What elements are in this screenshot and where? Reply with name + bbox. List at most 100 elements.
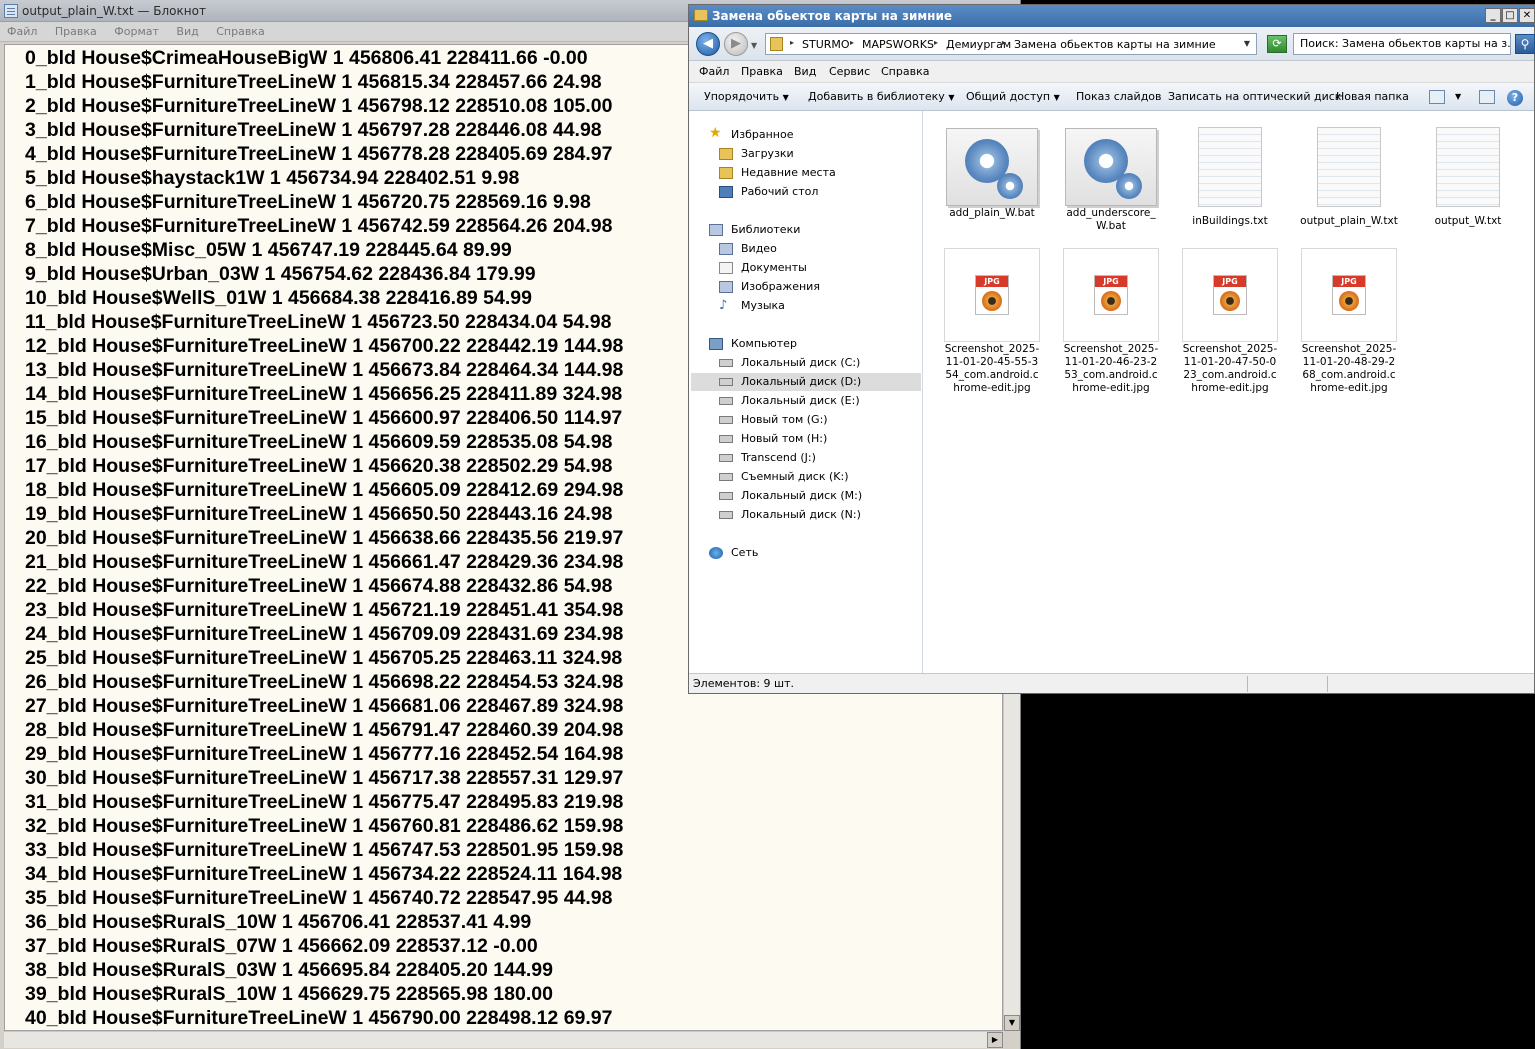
- nav-images-label: Изображения: [741, 280, 820, 293]
- text-line: 29_bld House$FurnitureTreeLineW 1 456777…: [25, 743, 624, 765]
- nav-documents[interactable]: Документы: [719, 259, 807, 277]
- file-item-screenshot-3[interactable]: JPG Screenshot_2025-11-01-20-47-50-023_c…: [1181, 248, 1279, 395]
- nav-network[interactable]: Сеть: [709, 544, 758, 562]
- nav-drive-c[interactable]: Локальный диск (C:): [719, 354, 860, 372]
- text-line: 31_bld House$FurnitureTreeLineW 1 456775…: [25, 791, 624, 813]
- text-line: 33_bld House$FurnitureTreeLineW 1 456747…: [25, 839, 624, 861]
- address-bar-area: ◀ ▶ ▼ ▸ STURMO ▸ MAPSWORKS ▸ Демиургам ▸…: [689, 27, 1535, 61]
- text-line: 30_bld House$FurnitureTreeLineW 1 456717…: [25, 767, 624, 789]
- file-item-add-underscore-w-bat[interactable]: add_underscore_W.bat: [1062, 125, 1160, 233]
- chevron-right-icon[interactable]: ▸: [790, 38, 794, 47]
- text-line: 2_bld House$FurnitureTreeLineW 1 456798.…: [25, 95, 613, 117]
- nav-libraries[interactable]: Библиотеки: [709, 221, 800, 239]
- eye-icon: [982, 291, 1002, 311]
- jpg-file-thumbnail: JPG: [1063, 248, 1159, 342]
- text-file-icon: [1317, 127, 1381, 207]
- back-button[interactable]: ◀: [696, 32, 720, 56]
- desktop-icon: [719, 186, 733, 198]
- notepad-menu-view[interactable]: Вид: [169, 22, 205, 38]
- nav-drive-n[interactable]: Локальный диск (N:): [719, 506, 861, 524]
- breadcrumb-sturmo[interactable]: STURMO: [802, 38, 850, 51]
- nav-drive-e[interactable]: Локальный диск (E:): [719, 392, 860, 410]
- jpg-tag-label: JPG: [1214, 276, 1246, 287]
- scroll-down-arrow-icon[interactable]: ▼: [1004, 1015, 1020, 1031]
- nav-images[interactable]: Изображения: [719, 278, 820, 296]
- chevron-right-icon[interactable]: ▸: [1002, 38, 1006, 47]
- share-button[interactable]: Общий доступ ▼: [966, 90, 1060, 103]
- chevron-right-icon[interactable]: ▸: [934, 38, 938, 47]
- nav-drive-c-label: Локальный диск (C:): [741, 356, 861, 369]
- nav-favorites[interactable]: ★ Избранное: [709, 126, 793, 144]
- documents-icon: [719, 262, 733, 274]
- drive-icon: [719, 416, 733, 424]
- notepad-menu-help[interactable]: Справка: [209, 22, 271, 38]
- help-icon[interactable]: ?: [1507, 90, 1523, 106]
- text-line: 26_bld House$FurnitureTreeLineW 1 456698…: [25, 671, 624, 693]
- notepad-menu-format[interactable]: Формат: [107, 22, 166, 38]
- view-dropdown-icon[interactable]: ▼: [1455, 92, 1461, 101]
- notepad-menu-file[interactable]: Файл: [0, 22, 44, 38]
- file-item-output-w-txt[interactable]: output_W.txt: [1419, 125, 1517, 228]
- nav-drive-m[interactable]: Локальный диск (M:): [719, 487, 862, 505]
- address-bar[interactable]: ▸ STURMO ▸ MAPSWORKS ▸ Демиургам ▸ Замен…: [765, 33, 1257, 55]
- jpg-tag-label: JPG: [1333, 276, 1365, 287]
- notepad-menu-edit[interactable]: Правка: [48, 22, 104, 38]
- chevron-down-icon: ▼: [782, 93, 789, 102]
- file-item-screenshot-1[interactable]: JPG Screenshot_2025-11-01-20-45-55-354_c…: [943, 248, 1041, 395]
- close-button[interactable]: ✕: [1519, 8, 1535, 23]
- nav-drive-m-label: Локальный диск (M:): [741, 489, 863, 502]
- nav-drive-h[interactable]: Новый том (H:): [719, 430, 827, 448]
- nav-downloads[interactable]: Загрузки: [719, 145, 794, 163]
- maximize-button[interactable]: □: [1502, 8, 1518, 23]
- file-name: Screenshot_2025-11-01-20-46-23-253_com.a…: [1063, 343, 1159, 394]
- forward-button[interactable]: ▶: [724, 32, 748, 56]
- menu-help[interactable]: Справка: [881, 65, 929, 78]
- file-item-screenshot-4[interactable]: JPG Screenshot_2025-11-01-20-48-29-268_c…: [1300, 248, 1398, 395]
- recent-pages-dropdown-icon[interactable]: ▼: [751, 41, 757, 50]
- search-icon[interactable]: ⚲: [1515, 34, 1535, 54]
- nav-recent-places[interactable]: Недавние места: [719, 164, 836, 182]
- nav-desktop[interactable]: Рабочий стол: [719, 183, 818, 201]
- search-input[interactable]: Поиск: Замена обьектов карты на з...: [1293, 33, 1511, 55]
- nav-computer[interactable]: Компьютер: [709, 335, 797, 353]
- add-to-library-button[interactable]: Добавить в библиотеку ▼: [808, 90, 954, 103]
- breadcrumb-current-folder[interactable]: Замена обьектов карты на зимние: [1014, 38, 1216, 51]
- nav-drive-k[interactable]: Съемный диск (K:): [719, 468, 849, 486]
- nav-drive-g[interactable]: Новый том (G:): [719, 411, 828, 429]
- minimize-button[interactable]: _: [1485, 8, 1501, 23]
- jpg-file-thumbnail: JPG: [944, 248, 1040, 342]
- view-options-icon[interactable]: [1429, 90, 1445, 104]
- file-item-screenshot-2[interactable]: JPG Screenshot_2025-11-01-20-46-23-253_c…: [1062, 248, 1160, 395]
- address-dropdown-icon[interactable]: ▼: [1244, 39, 1250, 48]
- menu-tools[interactable]: Сервис: [829, 65, 870, 78]
- breadcrumb-mapsworks[interactable]: MAPSWORKS: [862, 38, 934, 51]
- slideshow-button[interactable]: Показ слайдов: [1076, 90, 1162, 103]
- nav-drive-j[interactable]: Transcend (J:): [719, 449, 816, 467]
- menu-file[interactable]: Файл: [699, 65, 729, 78]
- explorer-title-bar[interactable]: Замена обьектов карты на зимние _ □ ✕: [689, 5, 1535, 27]
- item-count: Элементов: 9 шт.: [693, 677, 795, 690]
- text-line: 12_bld House$FurnitureTreeLineW 1 456700…: [25, 335, 624, 357]
- explorer-window: Замена обьектов карты на зимние _ □ ✕ ◀ …: [688, 4, 1535, 694]
- refresh-button[interactable]: ⟳: [1267, 35, 1287, 53]
- file-item-inbuildings-txt[interactable]: inBuildings.txt: [1181, 125, 1279, 228]
- file-item-output-plain-w-txt[interactable]: output_plain_W.txt: [1300, 125, 1398, 228]
- organize-button[interactable]: Упорядочить ▼: [704, 90, 789, 103]
- chevron-right-icon[interactable]: ▸: [850, 38, 854, 47]
- text-line: 28_bld House$FurnitureTreeLineW 1 456791…: [25, 719, 624, 741]
- menu-edit[interactable]: Правка: [741, 65, 783, 78]
- burn-disc-button[interactable]: Записать на оптический диск: [1168, 90, 1341, 103]
- nav-drive-e-label: Локальный диск (E:): [741, 394, 860, 407]
- file-item-add-plain-w-bat[interactable]: add_plain_W.bat: [943, 125, 1041, 220]
- nav-drive-d[interactable]: Локальный диск (D:): [691, 373, 921, 391]
- nav-video[interactable]: Видео: [719, 240, 777, 258]
- nav-music[interactable]: ♪ Музыка: [719, 297, 785, 315]
- notepad-horizontal-scrollbar[interactable]: ▶: [4, 1031, 1003, 1048]
- nav-network-label: Сеть: [731, 546, 759, 559]
- new-folder-button[interactable]: Новая папка: [1336, 90, 1409, 103]
- jpg-tag-label: JPG: [1095, 276, 1127, 287]
- menu-view[interactable]: Вид: [794, 65, 816, 78]
- preview-pane-icon[interactable]: [1479, 90, 1495, 104]
- scroll-right-arrow-icon[interactable]: ▶: [987, 1032, 1003, 1048]
- music-icon: ♪: [719, 298, 728, 313]
